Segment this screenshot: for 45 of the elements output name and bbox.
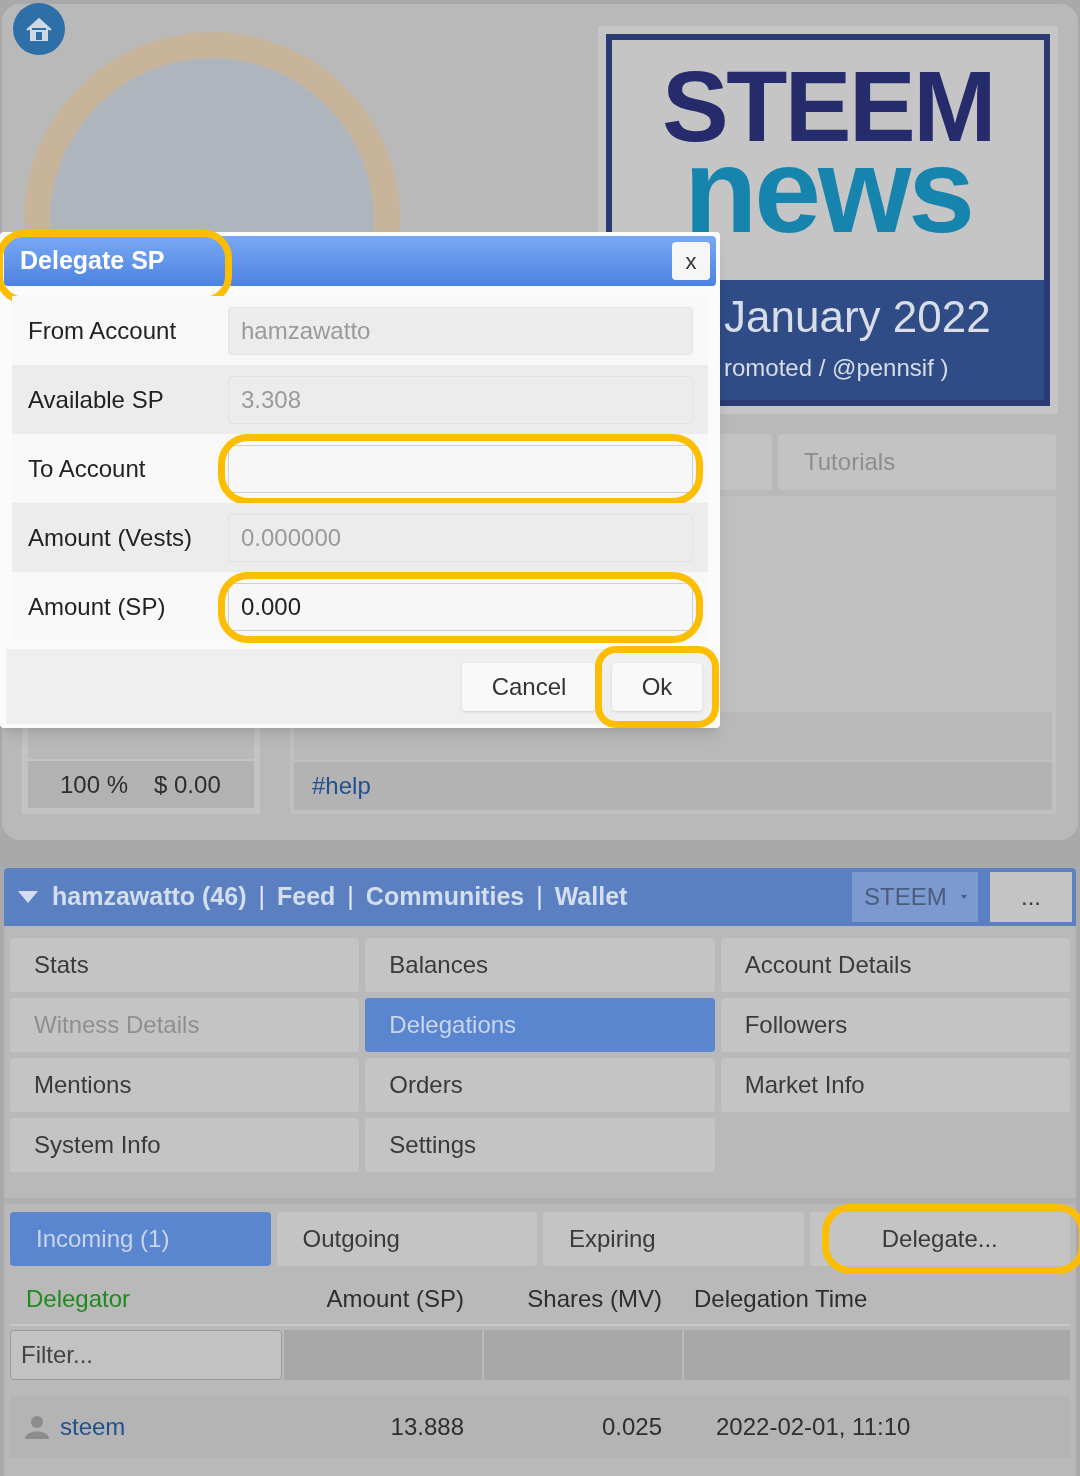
tab[interactable]: Expiring [543,1212,804,1266]
menu-button[interactable]: Account Details [720,938,1070,992]
caret-icon [960,895,967,899]
field-label: To Account [27,453,147,484]
field-label: Amount (Vests) [27,522,194,553]
close-button[interactable]: x [672,242,710,281]
menu-button[interactable]: Mentions [10,1058,360,1112]
user-link[interactable]: steem [60,1409,126,1445]
table-cell-text: 0.025 [600,1412,663,1442]
column-header[interactable]: Amount (SP) [282,1281,480,1317]
separator: | [347,881,354,913]
tag-link[interactable]: #help [294,762,1052,810]
banner-title: January 2022 [724,291,991,343]
field-label: Available SP [27,384,165,415]
input-field[interactable]: 0.000 [228,582,693,631]
menu-button[interactable]: Orders [365,1058,715,1112]
more-button[interactable]: ... [990,872,1072,922]
home-icon[interactable] [12,2,66,56]
menu-button[interactable]: System Info [10,1118,360,1172]
menu-button[interactable]: Balances [365,938,715,992]
table-cell-text: 13.888 [389,1412,465,1442]
menu-button[interactable]: Settings [365,1118,715,1172]
dialog-title: Delegate SP [20,245,165,277]
menu-button[interactable]: Stats [10,938,360,992]
column-header[interactable]: Shares (MV) [480,1281,678,1317]
logo-text: STEEM [662,62,994,150]
table-cell-text: 2022-02-01, 11:10 [715,1412,912,1442]
table-cell-text: $ 0.00 [153,769,221,800]
input-field[interactable] [228,444,693,493]
dialog-button[interactable]: Cancel [462,662,596,711]
tab[interactable]: Outgoing [276,1212,537,1266]
user-icon [24,1415,50,1439]
menu-button[interactable]: Followers [720,998,1070,1052]
filter-field[interactable]: Filter... [10,1330,282,1380]
menu-button[interactable]: Market Info [720,1058,1070,1112]
field-label: From Account [27,315,178,346]
banner-subtitle: romoted / @pennsif ) [724,353,949,383]
separator: | [258,881,265,913]
field-label: Amount (SP) [27,591,167,622]
separator: | [536,881,543,913]
table-cell-text: 100 % [58,769,129,800]
dialog-button[interactable]: Ok [612,662,702,711]
column-header[interactable]: Delegation Time [678,1281,1070,1317]
caret-icon[interactable] [16,889,40,905]
tab[interactable]: Delegate... [809,1212,1070,1266]
